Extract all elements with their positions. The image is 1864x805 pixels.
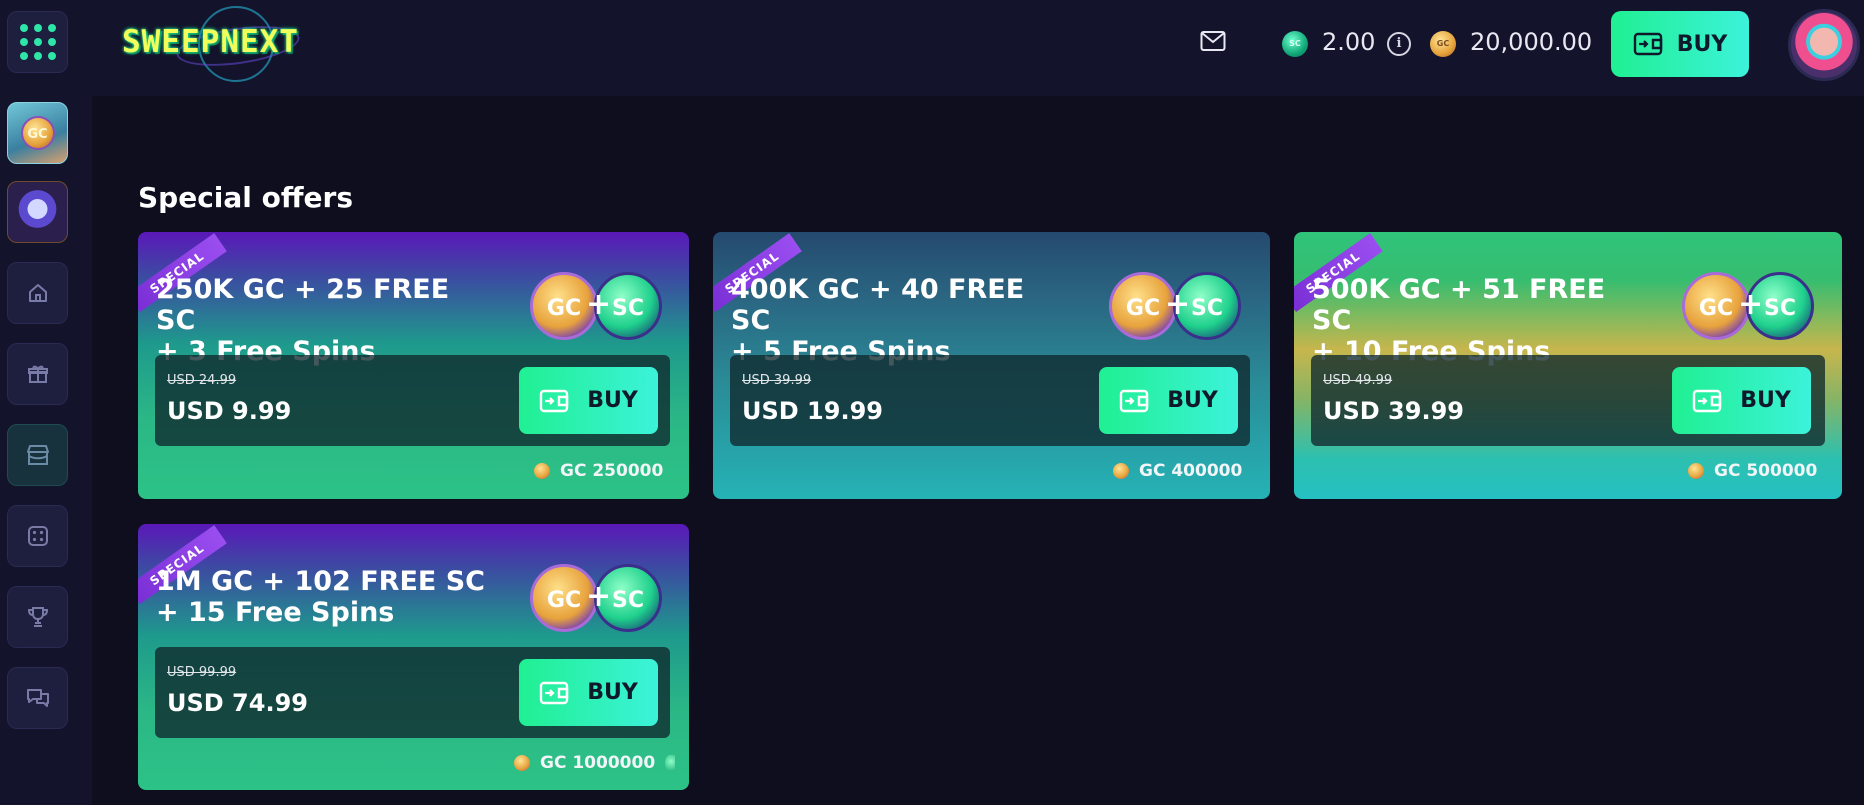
dice-icon — [27, 526, 48, 546]
sidebar-item-chat[interactable] — [7, 667, 68, 729]
offer-title: 500K GC + 51 FREE SC + 10 Free Spins — [1312, 274, 1652, 367]
brand-logo[interactable]: SWEEPNEXT — [118, 6, 328, 82]
header-buy-button[interactable]: BUY — [1611, 11, 1749, 77]
gc-amount: GC 500000 — [1688, 461, 1817, 481]
info-icon[interactable]: i — [1387, 32, 1411, 56]
gc-amount: GC 250000 — [534, 461, 663, 481]
brand-name: SWEEPNEXT — [122, 24, 299, 60]
sc-coin-icon: SC — [1282, 31, 1308, 57]
buy-label: BUY — [587, 388, 638, 413]
sale-price: USD 74.99 — [167, 689, 308, 717]
trophy-icon — [27, 607, 48, 627]
old-price: USD 24.99 — [167, 373, 237, 388]
buy-label: BUY — [1167, 388, 1218, 413]
grid-dot — [47, 38, 56, 46]
gc-amount-text: GC 250000 — [560, 461, 664, 481]
chat-icon — [26, 689, 49, 707]
offer-title-line2: + 15 Free Spins — [156, 597, 395, 628]
wallet-icon — [1693, 389, 1722, 412]
gc-coin-icon — [1688, 463, 1704, 479]
grid-dot — [47, 52, 56, 60]
grid-dot — [47, 24, 56, 32]
price-box: USD 39.99 USD 19.99 BUY — [730, 355, 1250, 446]
price-box: USD 99.99 USD 74.99 BUY — [155, 647, 670, 738]
grid-menu-button[interactable] — [7, 11, 68, 73]
old-price: USD 49.99 — [1323, 373, 1393, 388]
coin-plus: + — [586, 287, 612, 322]
gold-coin-icon: GC — [20, 116, 55, 150]
sidebar-item-gold-coin-promo[interactable]: GC — [7, 102, 68, 164]
home-icon — [28, 284, 47, 302]
buy-label: BUY — [1740, 388, 1791, 413]
offer-title: 250K GC + 25 FREE SC + 3 Free Spins — [156, 274, 496, 367]
wallet-icon — [540, 389, 569, 412]
gc-amount: GC 400000 — [1113, 461, 1242, 481]
offer-title: 1M GC + 102 FREE SC + 15 Free Spins — [156, 566, 496, 628]
wallet-icon — [540, 681, 569, 704]
coin-plus: + — [1165, 287, 1191, 322]
gc-sc-coins-icon: GC SC + — [530, 272, 666, 342]
section-title: Special offers — [138, 181, 354, 214]
sidebar-item-games[interactable] — [7, 505, 68, 567]
offer-card: SPECIAL 500K GC + 51 FREE SC + 10 Free S… — [1294, 232, 1842, 499]
gc-amount-text: GC 1000000 — [540, 753, 656, 773]
gc-sc-coins-icon: GC SC + — [530, 564, 666, 634]
grid-dot — [19, 38, 28, 46]
coin-plus: + — [1738, 287, 1764, 322]
sidebar-item-gifts[interactable] — [7, 343, 68, 405]
gc-amount-text: GC 500000 — [1714, 461, 1818, 481]
old-price: USD 99.99 — [167, 665, 237, 680]
sc-balance: 2.00 — [1322, 28, 1376, 56]
wallet-icon — [1633, 32, 1662, 56]
sidebar-item-store[interactable] — [7, 424, 68, 486]
offer-card: SPECIAL 400K GC + 40 FREE SC + 5 Free Sp… — [713, 232, 1270, 499]
gc-amount: GC 1000000 — [514, 753, 676, 773]
sidebar-item-tournaments[interactable] — [7, 586, 68, 648]
wallet-icon — [1120, 389, 1149, 412]
gc-coin-icon — [1113, 463, 1129, 479]
offer-title-line1: 1M GC + 102 FREE SC — [156, 566, 485, 597]
header-buy-label: BUY — [1676, 31, 1728, 57]
offer-title: 400K GC + 40 FREE SC + 5 Free Spins — [731, 274, 1071, 367]
gc-sc-coins-icon: GC SC + — [1682, 272, 1818, 342]
gc-balance: 20,000.00 — [1470, 28, 1593, 56]
gc-amount-text: GC 400000 — [1139, 461, 1243, 481]
gc-sc-coins-icon: GC SC + — [1109, 272, 1245, 342]
offer-title-line1: 250K GC + 25 FREE SC — [156, 274, 450, 336]
buy-button[interactable]: BUY — [1099, 367, 1238, 434]
sale-price: USD 19.99 — [742, 397, 883, 425]
grid-dot — [33, 38, 42, 46]
offer-card: SPECIAL 250K GC + 25 FREE SC + 3 Free Sp… — [138, 232, 689, 499]
grid-dot — [19, 24, 28, 32]
buy-button[interactable]: BUY — [519, 659, 658, 726]
offer-title-line1: 500K GC + 51 FREE SC — [1312, 274, 1606, 336]
top-header: SWEEPNEXT SC 2.00 i GC 20,000.00 BUY — [0, 0, 1864, 96]
buy-button[interactable]: BUY — [519, 367, 658, 434]
gc-coin-icon — [514, 755, 530, 771]
gift-icon — [27, 365, 48, 383]
price-box: USD 49.99 USD 39.99 BUY — [1311, 355, 1825, 446]
buy-button[interactable]: BUY — [1672, 367, 1811, 434]
offer-card: SPECIAL 1M GC + 102 FREE SC + 15 Free Sp… — [138, 524, 689, 790]
coin-plus: + — [586, 579, 612, 614]
sale-price: USD 9.99 — [167, 397, 292, 425]
user-avatar[interactable] — [1788, 9, 1860, 81]
gc-coin-icon — [534, 463, 550, 479]
buy-label: BUY — [587, 680, 638, 705]
grid-dot — [33, 52, 42, 60]
gc-coin-icon: GC — [1430, 31, 1456, 57]
store-icon — [26, 445, 49, 465]
offer-title-line1: 400K GC + 40 FREE SC — [731, 274, 1025, 336]
price-box: USD 24.99 USD 9.99 BUY — [155, 355, 670, 446]
sidebar: GC — [0, 96, 92, 805]
sc-coin-icon — [665, 755, 676, 771]
sidebar-item-prize-wheel[interactable] — [7, 181, 68, 243]
sidebar-item-home[interactable] — [7, 262, 68, 324]
mail-icon[interactable] — [1200, 28, 1226, 54]
sale-price: USD 39.99 — [1323, 397, 1464, 425]
grid-dot — [19, 52, 28, 60]
grid-dot — [33, 24, 42, 32]
old-price: USD 39.99 — [742, 373, 812, 388]
